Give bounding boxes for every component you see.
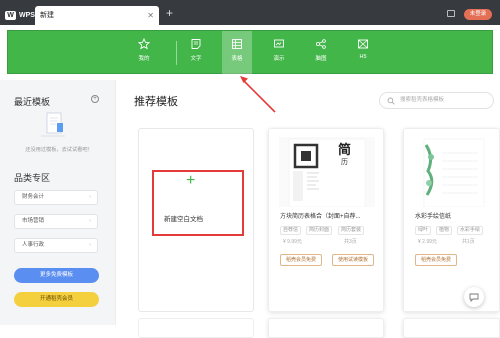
template-tag[interactable]: 简历套装 — [338, 226, 365, 235]
category-title: 品类专区 — [14, 173, 51, 183]
chevron-right-icon: › — [89, 194, 91, 200]
tab-new[interactable]: 新建 ✕ — [35, 6, 159, 25]
template-name: 水彩手绘信纸 — [415, 214, 452, 220]
vip-free-button[interactable]: 稻壳会员免费 — [280, 254, 322, 266]
more-free-templates-button[interactable]: 更多免费模板 — [14, 268, 99, 283]
category-label: 市场营销 — [22, 218, 45, 224]
template-thumbnail — [414, 137, 494, 207]
thumb-subtitle: 历 — [341, 159, 348, 166]
resume-preview — [288, 138, 366, 207]
ribbon-item-sheet[interactable]: 表格 — [222, 31, 252, 74]
ribbon-label: 我的 — [138, 56, 150, 62]
page-title: 推荐模板 — [134, 96, 178, 108]
close-icon[interactable]: ✕ — [147, 6, 154, 25]
wps-logo-icon: W — [5, 10, 16, 20]
tab-label: 新建 — [40, 12, 54, 19]
login-button[interactable]: 未登录 — [464, 9, 492, 20]
mindmap-icon — [315, 39, 326, 49]
category-item-finance[interactable]: 财务会计 › — [14, 190, 98, 205]
template-card-partial[interactable] — [138, 318, 254, 338]
slide-icon — [274, 39, 284, 48]
template-name: 方块简历表格合（封面+自荐... — [280, 214, 361, 220]
h5-icon — [358, 39, 368, 49]
wps-logo[interactable]: W WPS — [5, 8, 35, 22]
search-icon — [387, 97, 395, 105]
template-card-partial[interactable] — [403, 318, 500, 338]
thumb-title: 简 — [338, 142, 352, 157]
category-label: 财务会计 — [22, 194, 45, 200]
template-card-partial[interactable] — [268, 318, 384, 338]
chat-button[interactable] — [464, 287, 484, 307]
ribbon-item-mindmap[interactable]: 脑图 — [306, 31, 336, 74]
template-thumbnail: 简 历 — [279, 137, 375, 207]
category-item-hr[interactable]: 人事行政 › — [14, 238, 98, 253]
ribbon-label: 脑图 — [315, 56, 327, 62]
template-tag[interactable]: 绿叶 — [415, 226, 432, 235]
template-card-stationery[interactable] — [403, 128, 500, 312]
wps-logo-text: WPS — [19, 11, 35, 19]
title-bar: W WPS 新建 ✕ + 未登录 — [0, 0, 500, 25]
template-tag[interactable]: 简历封面 — [306, 226, 333, 235]
stationery-preview — [423, 138, 485, 207]
template-pages: 共1页 — [462, 239, 475, 245]
ribbon-item-slides[interactable]: 演示 — [264, 31, 294, 74]
star-icon — [138, 38, 150, 50]
use-template-button[interactable]: 使用试读模板 — [332, 254, 374, 266]
document-illustration — [41, 112, 65, 137]
table-icon — [232, 39, 242, 49]
category-ribbon: 我的 文字 表格 演示 脑图 H5 — [7, 30, 493, 74]
template-price: ¥ 9.99元 — [283, 239, 302, 245]
ribbon-label: 演示 — [273, 56, 285, 62]
chevron-right-icon: › — [89, 218, 91, 224]
annotation-highlight-box — [152, 170, 244, 236]
chat-icon — [469, 293, 479, 303]
template-pages: 共3页 — [344, 239, 357, 245]
template-card-resume[interactable]: 简 历 — [268, 128, 384, 312]
add-icon[interactable]: + — [91, 95, 99, 103]
ribbon-label: 表格 — [231, 56, 243, 62]
vip-button[interactable]: 开通稻壳会员 — [14, 292, 99, 307]
ribbon-label: H5 — [359, 54, 367, 60]
chevron-right-icon: › — [89, 242, 91, 248]
template-tag[interactable]: 植物 — [436, 226, 453, 235]
vip-free-button[interactable]: 稻壳会员免费 — [415, 254, 457, 266]
ribbon-divider — [176, 41, 177, 65]
category-label: 人事行政 — [22, 242, 45, 248]
empty-hint: 还没用过模板，去试试看吧！ — [25, 147, 93, 153]
recent-templates-title: 最近模板 — [14, 97, 51, 107]
ribbon-item-h5[interactable]: H5 — [348, 31, 378, 74]
text-doc-icon — [191, 39, 201, 49]
category-item-marketing[interactable]: 市场营销 › — [14, 214, 98, 229]
ribbon-item-mine[interactable]: 我的 — [129, 31, 159, 74]
template-tag[interactable]: 水彩手绘 — [457, 226, 484, 235]
new-tab-icon[interactable]: + — [166, 6, 173, 20]
search-input[interactable]: 搜索稻壳表格模板 — [379, 92, 494, 109]
ribbon-label: 文字 — [190, 56, 202, 62]
search-placeholder: 搜索稻壳表格模板 — [400, 97, 445, 103]
template-tag[interactable]: 自荐信 — [280, 226, 302, 235]
ribbon-item-text[interactable]: 文字 — [181, 31, 211, 74]
template-price: ¥ 2.99元 — [418, 239, 437, 245]
window-mode-icon[interactable] — [447, 10, 455, 17]
